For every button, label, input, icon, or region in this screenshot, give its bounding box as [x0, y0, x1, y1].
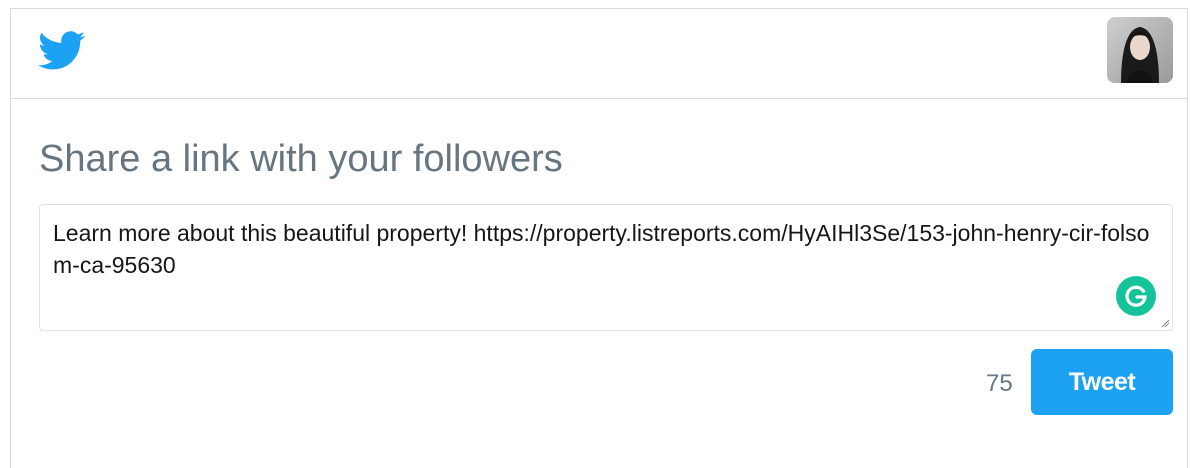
header-bar	[11, 9, 1187, 99]
tweet-button[interactable]: Tweet	[1031, 349, 1173, 415]
page-title: Share a link with your followers	[39, 138, 563, 180]
avatar-image	[1107, 17, 1173, 83]
tweet-text[interactable]: Learn more about this beautiful property…	[53, 217, 1153, 281]
resize-handle-icon[interactable]	[1160, 318, 1170, 328]
tweet-dialog: Share a link with your followers Learn m…	[10, 8, 1188, 468]
character-counter: 75	[986, 370, 1013, 397]
grammarly-icon[interactable]	[1116, 276, 1156, 316]
tweet-textarea[interactable]: Learn more about this beautiful property…	[39, 204, 1173, 331]
user-avatar[interactable]	[1107, 17, 1173, 83]
twitter-bird-icon	[38, 31, 86, 70]
